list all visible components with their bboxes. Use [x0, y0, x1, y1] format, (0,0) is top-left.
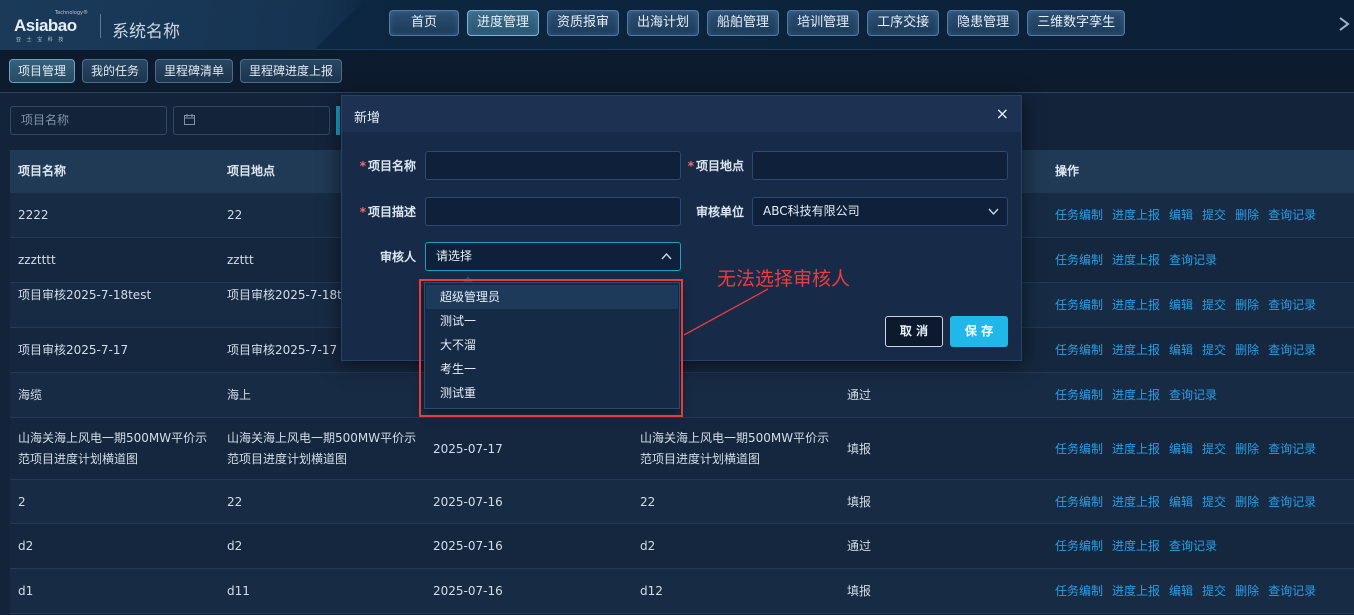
annotation-text: 无法选择审核人 [717, 268, 851, 290]
annotation-line [683, 288, 769, 336]
